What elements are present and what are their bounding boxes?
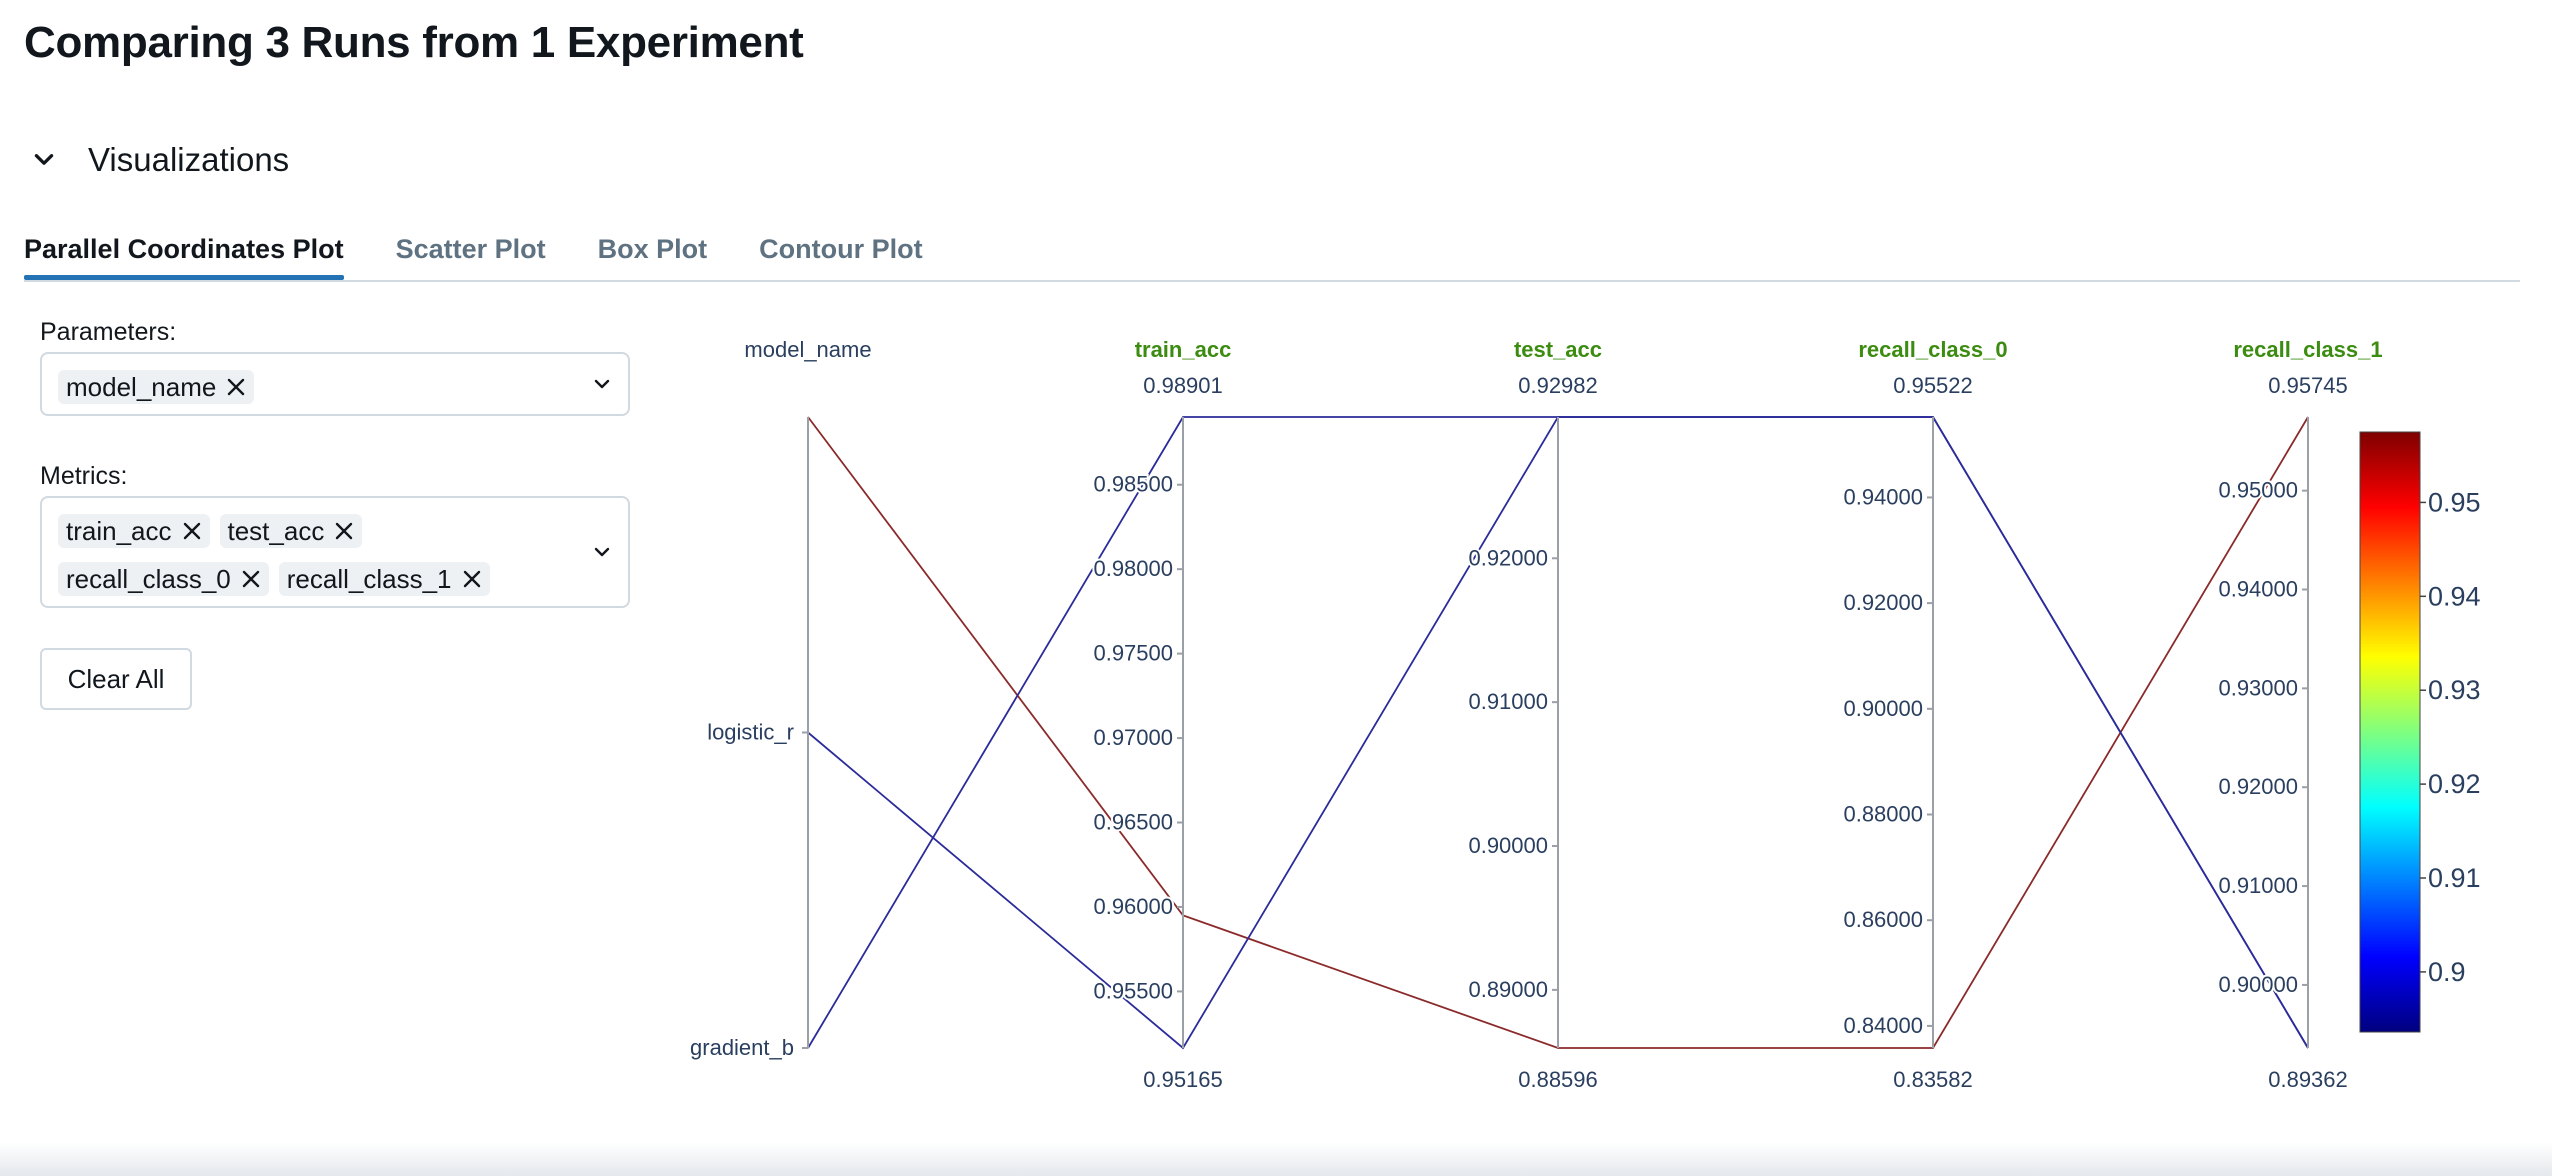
axis-tick-label: 0.90000 (1468, 833, 1548, 858)
axis-tick-label: 0.96500 (1093, 810, 1173, 835)
plot-axes: model_name logistic_r gradient_b train_acc 0… (690, 337, 2383, 1092)
colorbar-gradient (2359, 431, 2421, 1033)
axis-tick-label: 0.86000 (1843, 907, 1923, 932)
colorbar-tick-label: 0.91 (2428, 863, 2481, 893)
axis-tick-label: 0.98500 (1093, 472, 1173, 497)
axis-title[interactable]: model_name (744, 337, 871, 362)
axis-tick-label: logistic_r (707, 720, 794, 745)
bottom-shadow (0, 1142, 2552, 1176)
axis-title[interactable]: train_acc (1135, 337, 1232, 362)
colorbar-tick-label: 0.93 (2428, 675, 2481, 705)
axis-max-label: 0.95745 (2268, 373, 2348, 398)
axis-min-label: 0.88596 (1518, 1067, 1598, 1092)
axis-tick-label: 0.92000 (1468, 545, 1548, 570)
colorbar-tick-label: 0.9 (2428, 957, 2466, 987)
axis-min-label: 0.89362 (2268, 1067, 2348, 1092)
axis-tick-label: gradient_b (690, 1035, 794, 1060)
axis-tick-label: 0.95500 (1093, 978, 1173, 1003)
axis-tick-label: 0.90000 (2218, 972, 2298, 997)
axis-tick-label: 0.91000 (1468, 689, 1548, 714)
axis-title[interactable]: test_acc (1514, 337, 1602, 362)
axis-tick-label: 0.95000 (2218, 478, 2298, 503)
axis-min-label: 0.83582 (1893, 1067, 1973, 1092)
axis-tick-label: 0.96000 (1093, 894, 1173, 919)
colorbar-tick-label: 0.94 (2428, 581, 2481, 611)
axis-tick-label: 0.92000 (2218, 774, 2298, 799)
parallel-coordinates-plot: model_name logistic_r gradient_b train_acc 0… (690, 337, 2481, 1092)
axis-tick-label: 0.97000 (1093, 725, 1173, 750)
axis-title[interactable]: recall_class_0 (1858, 337, 2007, 362)
axis-tick-label: 0.94000 (2218, 577, 2298, 602)
axis-max-label: 0.95522 (1893, 373, 1973, 398)
axis-tick-label: 0.97500 (1093, 641, 1173, 666)
axis-max-label: 0.92982 (1518, 373, 1598, 398)
axis-title[interactable]: recall_class_1 (2233, 337, 2382, 362)
axis-max-label: 0.98901 (1143, 373, 1223, 398)
colorbar-tick-label: 0.92 (2428, 769, 2481, 799)
axis-tick-label: 0.98000 (1093, 556, 1173, 581)
axis-tick-label: 0.91000 (2218, 873, 2298, 898)
axis-tick-label: 0.88000 (1843, 802, 1923, 827)
axis-tick-label: 0.84000 (1843, 1013, 1923, 1038)
colorbar: 0.9 0.91 0.92 0.93 0.94 0.95 (2359, 431, 2481, 1033)
axis-tick-label: 0.90000 (1843, 696, 1923, 721)
colorbar-tick-label: 0.95 (2428, 487, 2481, 517)
axis-tick-label: 0.93000 (2218, 675, 2298, 700)
axis-tick-label: 0.92000 (1843, 590, 1923, 615)
axis-tick-label: 0.94000 (1843, 484, 1923, 509)
axis-tick-label: 0.89000 (1468, 977, 1548, 1002)
axis-min-label: 0.95165 (1143, 1067, 1223, 1092)
